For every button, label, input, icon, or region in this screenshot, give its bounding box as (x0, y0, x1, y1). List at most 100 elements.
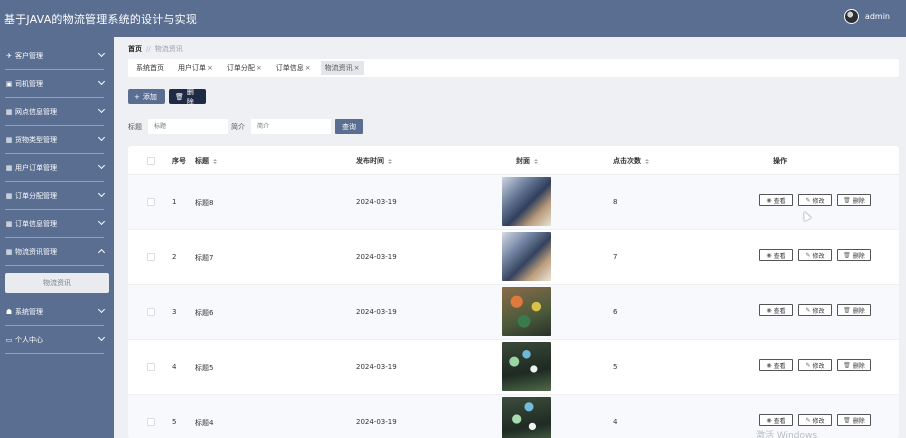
delete-button-label: 删除 (852, 307, 865, 315)
cell-index: 2 (172, 253, 177, 261)
close-icon[interactable]: × (207, 64, 213, 72)
sidebar-item-1[interactable]: ▣ 司机管理 (0, 70, 114, 98)
select-all-checkbox[interactable] (147, 157, 155, 165)
sidebar-item-8[interactable]: ☗ 系统管理 (0, 298, 114, 326)
cover-image[interactable] (502, 342, 551, 391)
view-button[interactable]: ◉ 查看 (759, 194, 793, 206)
sidebar-item-9[interactable]: ▭ 个人中心 (0, 326, 114, 354)
edit-button[interactable]: ✎ 修改 (798, 249, 832, 261)
table-row[interactable]: 1 标题8 2024-03-19 8 ◉ 查看 ✎ 修改 🗑 删除 (128, 175, 899, 230)
row-checkbox[interactable] (147, 198, 155, 206)
tab-3[interactable]: 订单信息 × (272, 61, 315, 75)
paper-plane-icon: ✈ (6, 52, 12, 60)
thumbs-up-icon: ☗ (5, 308, 13, 316)
view-button[interactable]: ◉ 查看 (759, 304, 793, 316)
delete-button[interactable]: 🗑 删除 (837, 249, 871, 261)
table-row[interactable]: 4 标题5 2024-03-19 5 ◉ 查看 ✎ 修改 🗑 删除 (128, 340, 899, 395)
delete-button-label: 删除 (852, 417, 865, 425)
row-checkbox[interactable] (147, 253, 155, 261)
sidebar-item-label: 客户管理 (15, 52, 43, 60)
sidebar-item-label: 订单分配管理 (15, 192, 57, 200)
row-checkbox[interactable] (147, 308, 155, 316)
grid-icon: ▦ (5, 136, 13, 144)
user-menu[interactable]: admin (843, 9, 890, 24)
delete-button[interactable]: 🗑 删除 (169, 88, 206, 106)
cell-publish-time: 2024-03-19 (356, 308, 397, 316)
eye-icon: ◉ (766, 416, 772, 424)
tab-4[interactable]: 物流资讯 × (320, 61, 364, 75)
add-button[interactable]: + 添加 (128, 89, 165, 104)
edit-button[interactable]: ✎ 修改 (798, 194, 832, 206)
header-cover[interactable]: 封面 (516, 156, 538, 166)
edit-button[interactable]: ✎ 修改 (798, 359, 832, 371)
sort-icon[interactable] (534, 158, 538, 164)
view-button[interactable]: ◉ 查看 (759, 414, 793, 426)
tab-1[interactable]: 用户订单 × (174, 61, 217, 75)
breadcrumb-home[interactable]: 首页 (128, 45, 142, 53)
sidebar-item-0[interactable]: ✈ 客户管理 (0, 42, 114, 70)
cover-image[interactable] (502, 232, 551, 281)
chevron-down-icon (97, 217, 106, 226)
tab-0[interactable]: 系统首页 (132, 61, 168, 75)
row-checkbox[interactable] (147, 418, 155, 426)
sidebar-item-2[interactable]: ▦ 网点信息管理 (0, 98, 114, 126)
view-button[interactable]: ◉ 查看 (759, 249, 793, 261)
delete-button[interactable]: 🗑 删除 (837, 194, 871, 206)
intro-search-input[interactable] (251, 119, 331, 134)
grid-icon: ▦ (5, 248, 13, 256)
title-search-input[interactable] (148, 119, 228, 134)
table-row[interactable]: 3 标题6 2024-03-19 6 ◉ 查看 ✎ 修改 🗑 删除 (128, 285, 899, 340)
delete-button[interactable]: 🗑 删除 (837, 359, 871, 371)
header-publish-time[interactable]: 发布时间 (356, 156, 392, 166)
edit-button[interactable]: ✎ 修改 (798, 414, 832, 426)
eye-icon: ◉ (766, 251, 772, 259)
user-name[interactable]: admin (865, 12, 890, 21)
cover-image[interactable] (502, 397, 551, 438)
cell-title: 标题6 (195, 309, 214, 317)
cover-image[interactable] (502, 177, 551, 226)
sidebar-item-label: 网点信息管理 (15, 108, 57, 116)
row-checkbox[interactable] (147, 363, 155, 371)
view-button-label: 查看 (773, 197, 786, 205)
grid-icon: ▦ (5, 108, 13, 116)
breadcrumb-separator: // (146, 45, 151, 53)
grid-icon: ▦ (5, 164, 13, 172)
tab-2[interactable]: 订单分配 × (223, 61, 266, 75)
close-icon[interactable]: × (256, 64, 262, 72)
sort-icon[interactable] (645, 158, 649, 164)
delete-button-label: 删除 (852, 197, 865, 205)
search-button[interactable]: 查询 (335, 119, 363, 134)
table-row[interactable]: 2 标题7 2024-03-19 7 ◉ 查看 ✎ 修改 🗑 删除 (128, 230, 899, 285)
cell-index: 5 (172, 418, 177, 426)
grid-icon: ▦ (5, 192, 13, 200)
cell-clicks: 6 (613, 308, 618, 316)
edit-button-label: 修改 (812, 252, 825, 260)
cover-image[interactable] (502, 287, 551, 336)
sidebar-item-4[interactable]: ▦ 用户订单管理 (0, 154, 114, 182)
windows-watermark: 激活 Windows (756, 431, 818, 438)
close-icon[interactable]: × (305, 64, 311, 72)
sort-icon[interactable] (213, 158, 217, 164)
table-header: 序号 标题 发布时间 封面 点击次数 操作 (128, 146, 899, 175)
edit-icon: ✎ (805, 361, 811, 369)
view-button-label: 查看 (773, 362, 786, 370)
sidebar-item-3[interactable]: ▦ 货物类型管理 (0, 126, 114, 154)
sort-icon[interactable] (388, 158, 392, 164)
header-clicks[interactable]: 点击次数 (613, 156, 649, 166)
avatar[interactable] (843, 9, 859, 24)
sidebar-item-6[interactable]: ▦ 订单信息管理 (0, 210, 114, 238)
delete-button[interactable]: 🗑 删除 (837, 304, 871, 316)
close-icon[interactable]: × (354, 64, 360, 72)
cell-title: 标题4 (195, 419, 214, 427)
sidebar: ✈ 客户管理 ▣ 司机管理 ▦ 网点信息管理 ▦ 货物类型管理 ▦ 用户订单管理 ▦ 订单分配管理 ▦ 订… (0, 37, 114, 438)
cell-index: 4 (172, 363, 177, 371)
sidebar-item-5[interactable]: ▦ 订单分配管理 (0, 182, 114, 210)
edit-button[interactable]: ✎ 修改 (798, 304, 832, 316)
sidebar-subitem-news[interactable]: 物流资讯 (5, 273, 109, 293)
sidebar-item-7[interactable]: ▦ 物流资讯管理 (0, 238, 114, 266)
header-title[interactable]: 标题 (195, 156, 217, 166)
cell-publish-time: 2024-03-19 (356, 363, 397, 371)
sidebar-item-label: 用户订单管理 (15, 164, 57, 172)
delete-button[interactable]: 🗑 删除 (837, 414, 871, 426)
view-button[interactable]: ◉ 查看 (759, 359, 793, 371)
